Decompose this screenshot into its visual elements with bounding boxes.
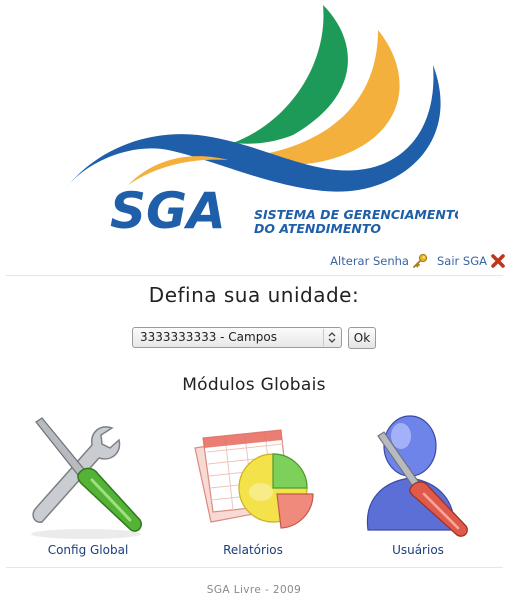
modules-heading: Módulos Globais — [182, 375, 326, 395]
ok-button[interactable]: Ok — [348, 327, 376, 349]
top-divider — [6, 275, 503, 276]
change-password-link[interactable]: Alterar Senha — [330, 254, 409, 268]
logo-text: SGA — [110, 182, 226, 240]
footer-text: SGA Livre - 2009 — [206, 584, 302, 596]
sga-logo: SGA SISTEMA DE GERENCIAMENTO DO ATENDIME… — [58, 0, 465, 240]
user-links: Alterar Senha Sair SGA — [330, 253, 506, 269]
module-label: Usuários — [392, 543, 444, 557]
module-label: Relatórios — [223, 543, 283, 557]
tools-icon — [31, 417, 143, 539]
key-icon[interactable] — [412, 253, 428, 269]
select-arrows-icon — [323, 329, 340, 346]
module-label: Config Global — [47, 543, 129, 557]
logo-tagline-line1: SISTEMA DE GERENCIAMENTO — [254, 207, 458, 222]
reports-icon — [194, 429, 314, 529]
sga-logo-graphic: SGA SISTEMA DE GERENCIAMENTO DO ATENDIME… — [66, 5, 465, 240]
close-x-icon[interactable] — [490, 253, 506, 269]
unit-heading: Defina sua unidade: — [148, 283, 360, 307]
module-usuarios[interactable]: Usuários — [338, 408, 498, 563]
logo-tagline-line2: DO ATENDIMENTO — [254, 221, 381, 236]
module-config-global[interactable]: Config Global — [8, 408, 168, 563]
footer-divider — [6, 567, 503, 568]
users-icon — [366, 415, 468, 537]
module-relatorios[interactable]: Relatórios — [173, 408, 333, 563]
unit-select-value: 3333333333 - Campos — [140, 330, 277, 344]
unit-select[interactable]: 3333333333 - Campos — [132, 327, 342, 348]
logout-link[interactable]: Sair SGA — [437, 254, 487, 268]
